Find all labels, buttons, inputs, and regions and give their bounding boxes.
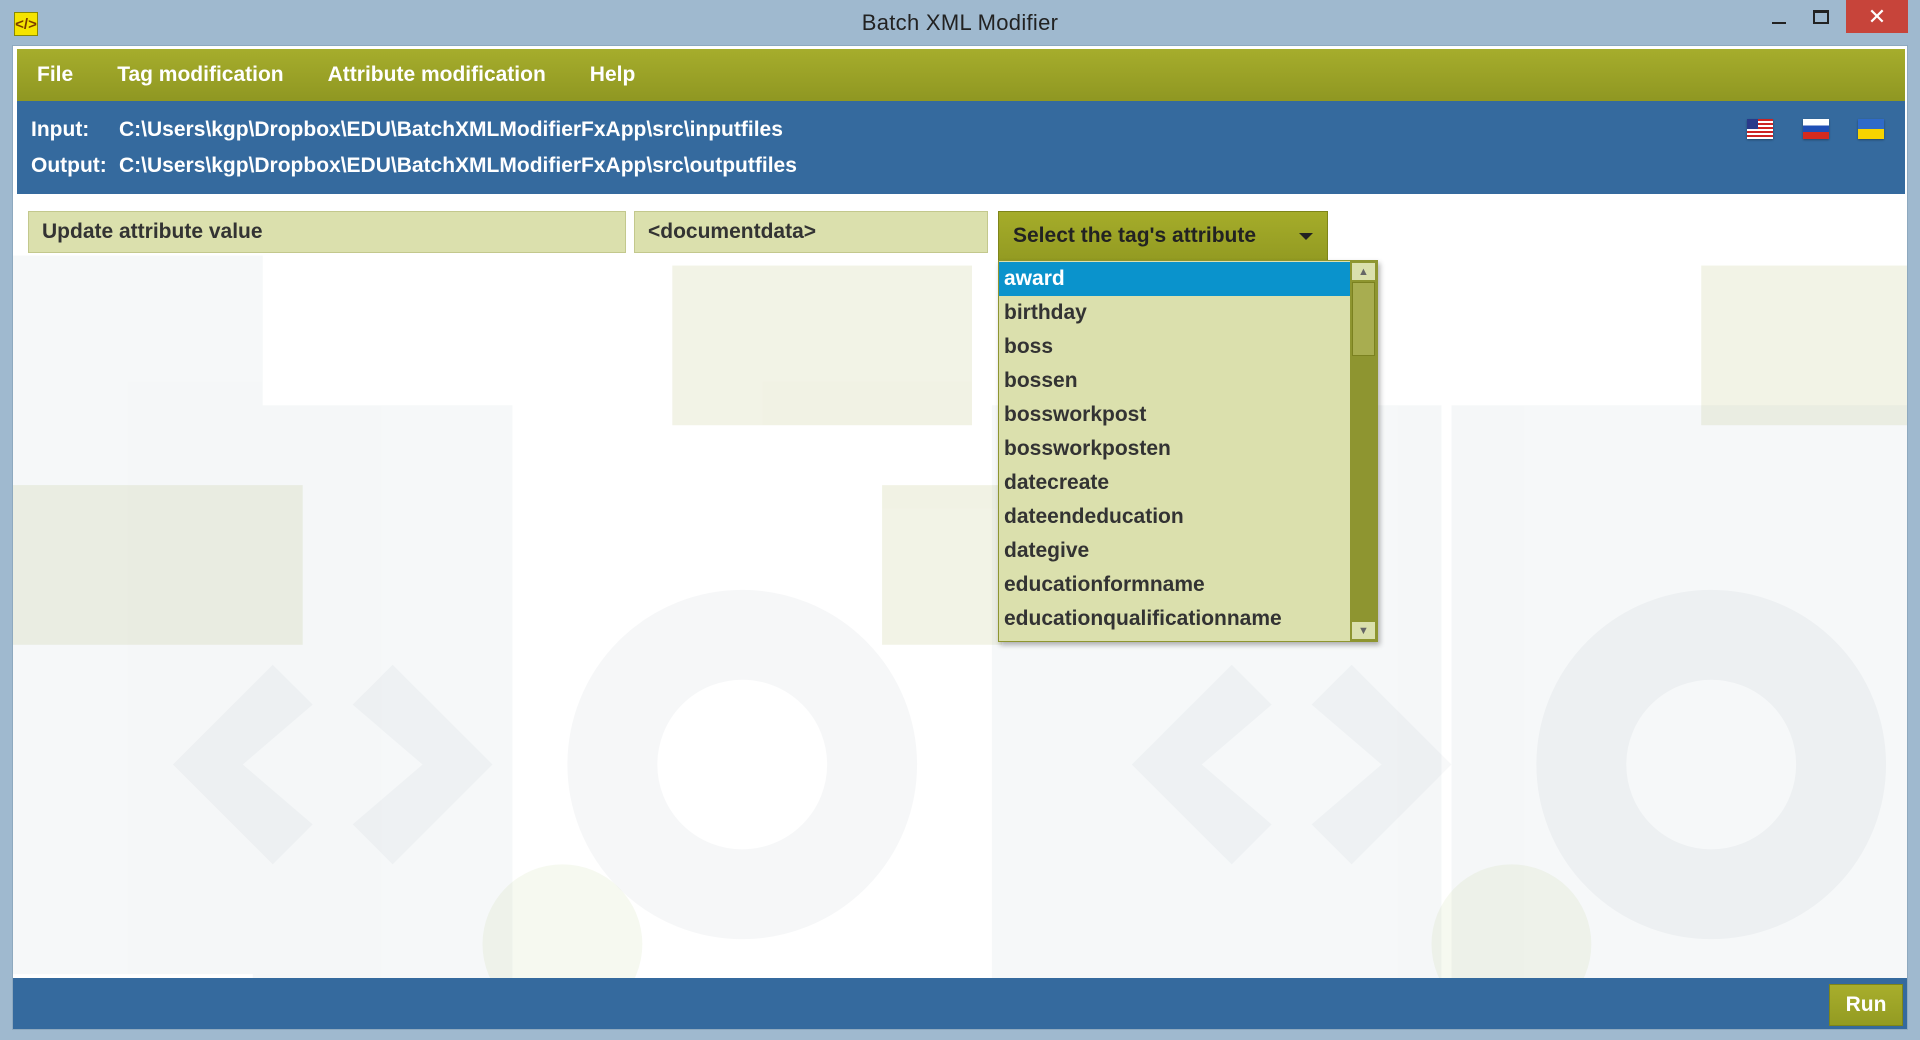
attribute-select[interactable]: Select the tag's attribute bbox=[998, 211, 1328, 261]
attribute-dropdown-list[interactable]: award birthday boss bossen bossworkpost … bbox=[998, 260, 1378, 642]
input-label: Input: bbox=[31, 118, 90, 141]
dropdown-item-dategive[interactable]: dategive bbox=[999, 534, 1350, 568]
menu-tag-modification[interactable]: Tag modification bbox=[117, 63, 283, 87]
scroll-up-icon[interactable]: ▲ bbox=[1352, 263, 1375, 280]
maximize-icon bbox=[1813, 9, 1829, 24]
ua-flag-icon[interactable] bbox=[1858, 119, 1884, 139]
close-icon: ✕ bbox=[1867, 3, 1887, 29]
dropdown-item-bossworkposten[interactable]: bossworkposten bbox=[999, 432, 1350, 466]
dropdown-item-datecreate[interactable]: datecreate bbox=[999, 466, 1350, 500]
dropdown-item-award[interactable]: award bbox=[999, 262, 1350, 296]
chevron-down-icon bbox=[1299, 233, 1313, 240]
operation-field[interactable]: Update attribute value bbox=[28, 211, 626, 253]
dropdown-items: award birthday boss bossen bossworkpost … bbox=[999, 261, 1350, 641]
output-path: C:\Users\kgp\Dropbox\EDU\BatchXMLModifie… bbox=[119, 154, 797, 177]
output-path-row: Output: C:\Users\kgp\Dropbox\EDU\BatchXM… bbox=[31, 154, 797, 178]
tag-field[interactable]: <documentdata> bbox=[634, 211, 988, 253]
main-window: File Tag modification Attribute modifica… bbox=[12, 45, 1908, 1030]
window-title: Batch XML Modifier bbox=[861, 10, 1059, 35]
close-button[interactable]: ✕ bbox=[1846, 0, 1908, 33]
path-panel: Input: C:\Users\kgp\Dropbox\EDU\BatchXML… bbox=[17, 101, 1905, 194]
dropdown-item-dateendeducation[interactable]: dateendeducation bbox=[999, 500, 1350, 534]
ru-flag-icon[interactable] bbox=[1803, 119, 1829, 139]
dropdown-item-bossworkpost[interactable]: bossworkpost bbox=[999, 398, 1350, 432]
dropdown-scrollbar[interactable]: ▲ ▼ bbox=[1350, 261, 1377, 641]
output-label: Output: bbox=[31, 154, 107, 177]
title-bar: </> Batch XML Modifier ✕ bbox=[0, 0, 1920, 45]
menu-bar: File Tag modification Attribute modifica… bbox=[17, 49, 1905, 101]
dropdown-item-educationqualificationname[interactable]: educationqualificationname bbox=[999, 602, 1350, 636]
attribute-select-label: Select the tag's attribute bbox=[1013, 224, 1257, 247]
menu-attribute-modification[interactable]: Attribute modification bbox=[328, 63, 546, 87]
us-flag-icon[interactable] bbox=[1747, 119, 1773, 139]
scroll-down-icon[interactable]: ▼ bbox=[1352, 622, 1375, 639]
dropdown-item-bossen[interactable]: bossen bbox=[999, 364, 1350, 398]
dropdown-item-birthday[interactable]: birthday bbox=[999, 296, 1350, 330]
menu-file[interactable]: File bbox=[37, 63, 73, 87]
maximize-button[interactable] bbox=[1800, 0, 1842, 33]
dropdown-item-boss[interactable]: boss bbox=[999, 330, 1350, 364]
run-button[interactable]: Run bbox=[1829, 984, 1903, 1026]
input-path: C:\Users\kgp\Dropbox\EDU\BatchXMLModifie… bbox=[119, 118, 783, 141]
minimize-button[interactable] bbox=[1758, 0, 1800, 33]
minimize-icon bbox=[1772, 21, 1786, 24]
bottom-bar: Run bbox=[13, 978, 1907, 1029]
dropdown-item-educationformname[interactable]: educationformname bbox=[999, 568, 1350, 602]
menu-help[interactable]: Help bbox=[590, 63, 636, 87]
scrollbar-thumb[interactable] bbox=[1352, 282, 1375, 356]
input-path-row: Input: C:\Users\kgp\Dropbox\EDU\BatchXML… bbox=[31, 118, 783, 142]
